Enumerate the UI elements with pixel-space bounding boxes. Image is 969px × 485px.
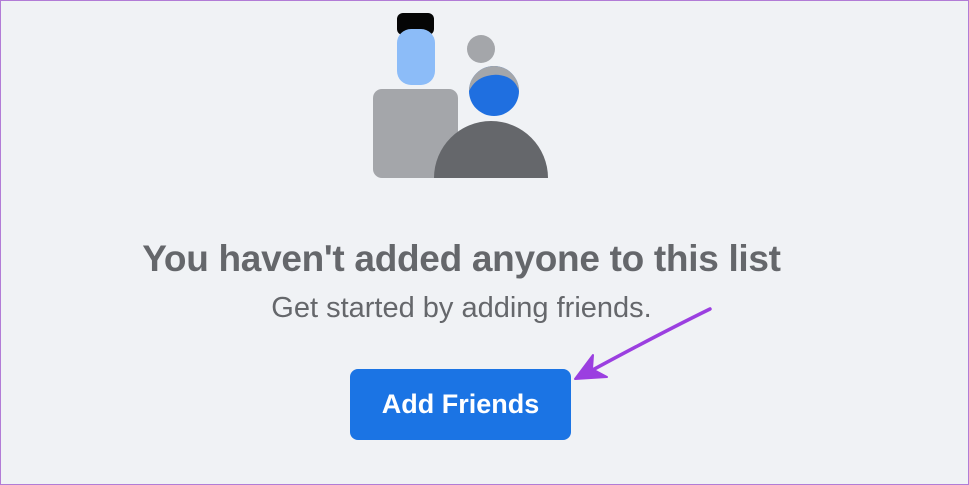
friends-people-icon	[373, 13, 548, 178]
empty-state-title: You haven't added anyone to this list	[142, 238, 781, 279]
person-bun	[467, 35, 495, 63]
add-friends-button[interactable]: Add Friends	[350, 369, 571, 440]
empty-list-panel: You haven't added anyone to this list Ge…	[0, 0, 969, 485]
purple-pointer-arrow-icon	[574, 307, 712, 380]
empty-state-subtitle: Get started by adding friends.	[271, 292, 652, 324]
person-head	[397, 29, 435, 85]
